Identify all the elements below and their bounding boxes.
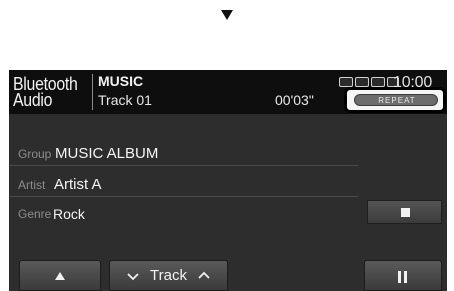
artist-row: Artist Artist A <box>9 171 358 197</box>
down-arrow-indicator-icon <box>221 10 233 20</box>
song-title: MUSIC <box>98 73 144 89</box>
source-line-2: Audio <box>13 90 53 110</box>
repeat-label: REPEAT <box>378 96 416 105</box>
repeat-indicator[interactable]: REPEAT <box>354 94 438 106</box>
track-title: Track 01 <box>98 92 152 108</box>
audio-screen: Bluetooth Audio MUSIC Track 01 00'03" 10… <box>9 70 447 291</box>
pause-button[interactable] <box>364 260 442 291</box>
pause-icon <box>398 271 408 283</box>
phone-status-icon <box>355 77 369 87</box>
stop-button[interactable] <box>367 200 442 224</box>
track-button[interactable]: Track <box>109 260 228 291</box>
chevron-up-icon <box>198 271 210 279</box>
group-label: Group <box>18 147 52 161</box>
up-triangle-icon <box>55 272 65 280</box>
chevron-down-icon <box>127 272 139 280</box>
artist-value: Artist A <box>54 176 102 193</box>
header-divider <box>92 74 93 110</box>
artist-label: Artist <box>18 178 46 192</box>
bluetooth-status-icon <box>339 77 353 87</box>
track-button-content: Track <box>110 261 227 290</box>
genre-value: Rock <box>53 206 85 222</box>
genre-row: Genre Rock <box>9 200 358 226</box>
group-value: MUSIC ALBUM <box>55 145 159 162</box>
header-bar: Bluetooth Audio MUSIC Track 01 00'03" 10… <box>9 70 447 114</box>
up-button[interactable] <box>19 260 101 291</box>
repeat-highlight: REPEAT <box>344 87 446 113</box>
battery-icon <box>371 77 385 87</box>
genre-label: Genre <box>18 207 52 221</box>
stop-icon <box>401 208 410 217</box>
group-row: Group MUSIC ALBUM <box>9 140 358 166</box>
track-label: Track <box>150 267 187 284</box>
elapsed-time: 00'03" <box>275 92 314 108</box>
source-label: Bluetooth Audio <box>13 75 86 110</box>
